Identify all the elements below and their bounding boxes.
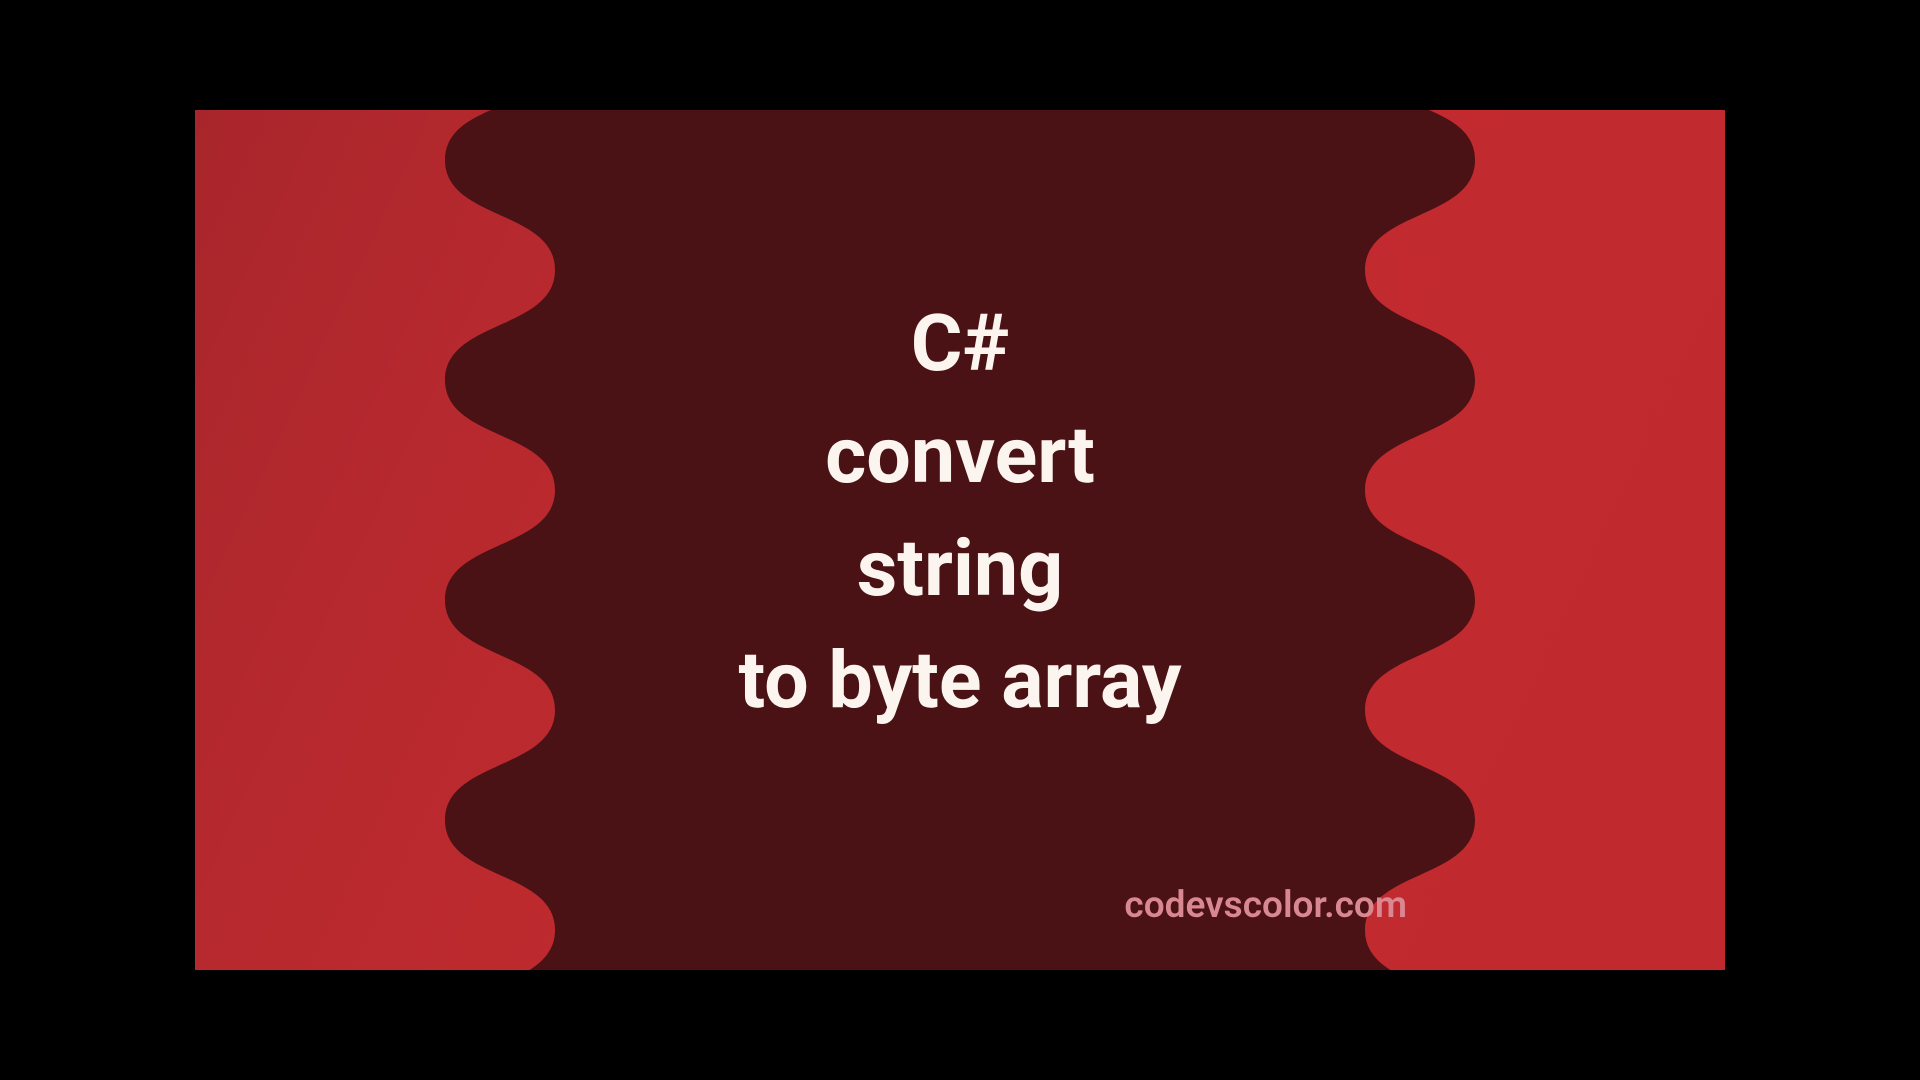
title-line-1: C# [738, 288, 1181, 400]
title-line-2: convert [738, 400, 1181, 512]
watermark-text: codevscolor.com [1124, 884, 1407, 927]
banner-title: C# convert string to byte array [738, 288, 1181, 737]
banner-card: C# convert string to byte array codevsco… [195, 110, 1725, 970]
title-line-4: to byte array [738, 625, 1181, 737]
content-wrapper: C# convert string to byte array codevsco… [195, 110, 1725, 970]
title-line-3: string [738, 513, 1181, 625]
